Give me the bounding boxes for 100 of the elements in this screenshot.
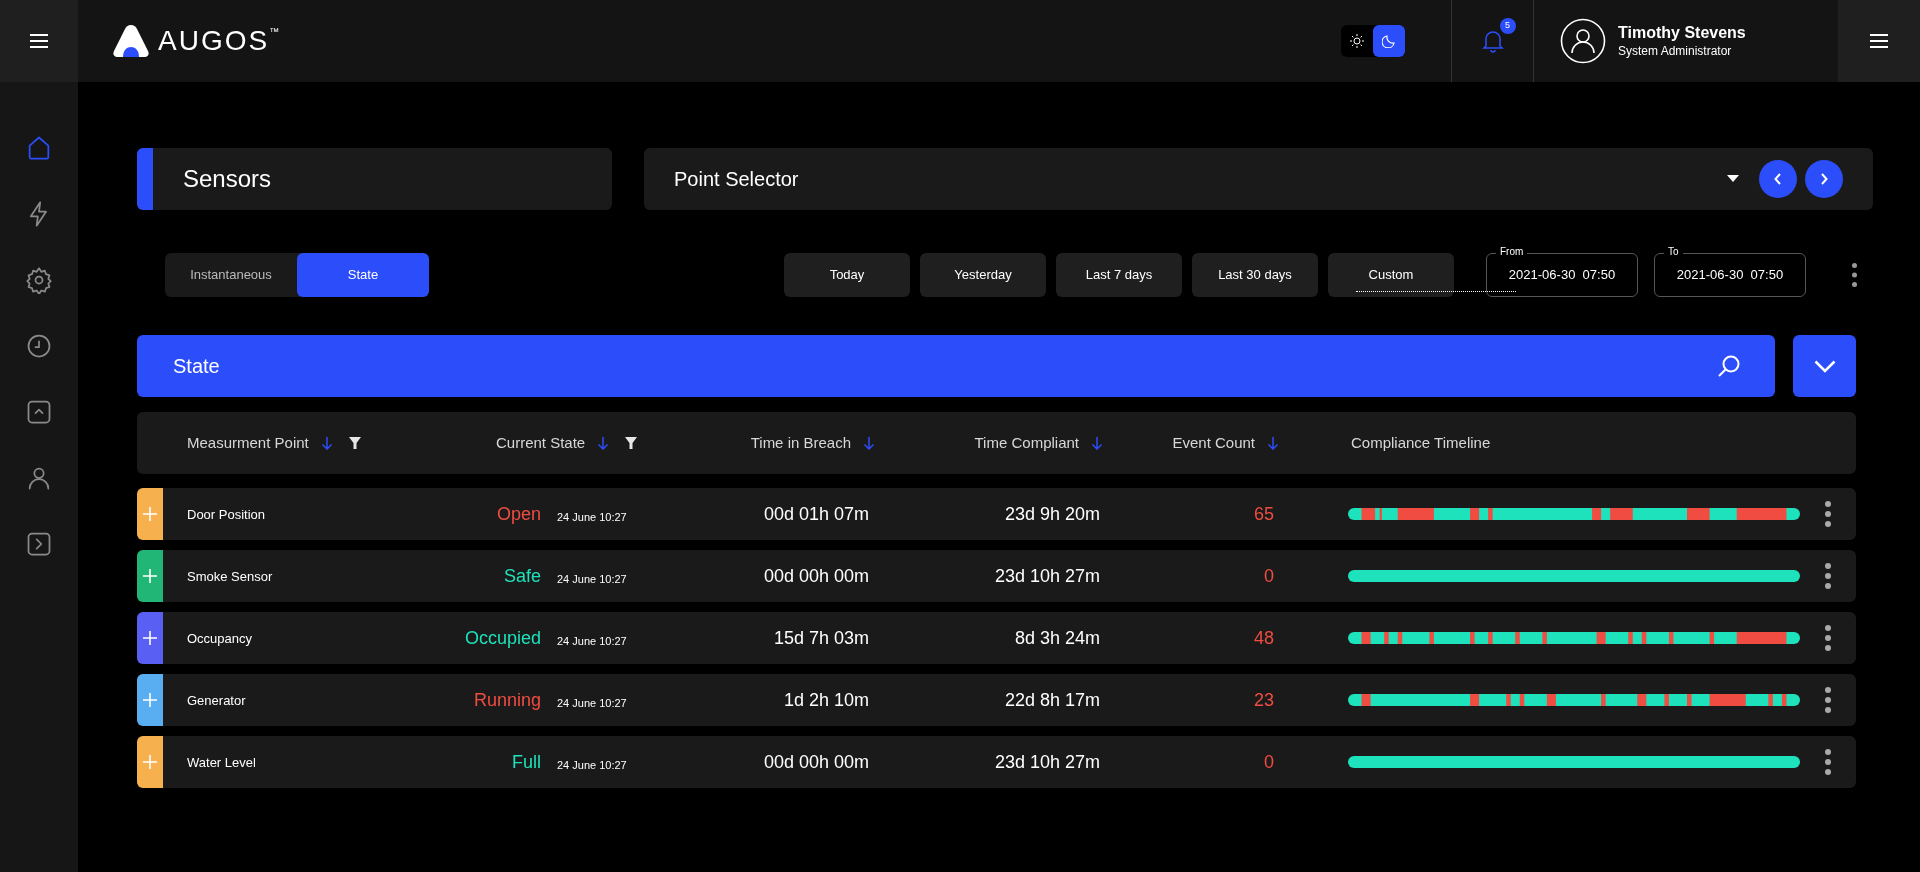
accent-stripe <box>137 148 153 210</box>
time-compliant: 23d 9h 20m <box>1004 503 1100 524</box>
row-options-button[interactable] <box>1822 623 1834 653</box>
date-range-button[interactable]: Last 7 days <box>1056 253 1182 297</box>
state-value: Running <box>473 688 541 712</box>
point-name: Water Level <box>187 755 256 770</box>
page-title: Sensors <box>183 164 272 194</box>
point-name: Door Position <box>187 507 266 522</box>
vertical-dots-icon <box>1825 501 1831 527</box>
vertical-dots-icon <box>1825 687 1831 713</box>
time-in-breach: 1d 2h 10m <box>783 689 869 710</box>
vertical-dots-icon <box>1825 563 1831 589</box>
expand-icon <box>25 530 53 558</box>
chevron-right-icon <box>1820 173 1828 185</box>
user-role: System Administrator <box>1618 43 1733 59</box>
sort-arrow-icon <box>597 436 610 450</box>
table-row[interactable]: Smoke Sensor Safe 24 June 10:27 00d 00h 00m 23d 10h 27m 0 <box>137 550 1856 602</box>
point-name: Occupancy <box>187 631 253 646</box>
plus-icon <box>143 755 157 769</box>
mode-tab[interactable]: State <box>297 253 429 297</box>
sort-arrow-icon <box>1267 436 1279 450</box>
state-timestamp: 24 June 10:27 <box>557 758 627 771</box>
vertical-dots-icon <box>1851 263 1857 287</box>
plus-icon <box>143 507 157 521</box>
time-in-breach: 00d 01h 07m <box>763 503 869 524</box>
column-header[interactable]: Time Compliant <box>974 431 1103 455</box>
row-options-button[interactable] <box>1822 685 1834 715</box>
table-row[interactable]: Occupancy Occupied 24 June 10:27 15d 7h 03m 8d 3h 24m 48 <box>137 612 1856 664</box>
plus-icon <box>143 631 157 645</box>
date-range-button[interactable]: Custom <box>1328 253 1454 297</box>
state-timestamp: 24 June 10:27 <box>557 634 627 647</box>
table-row[interactable]: Generator Running 24 June 10:27 1d 2h 10m 22d 8h 17m 23 <box>137 674 1856 726</box>
column-header[interactable]: Time in Breach <box>750 431 875 455</box>
bell-icon <box>1481 29 1504 53</box>
state-timestamp: 24 June 10:27 <box>557 696 627 709</box>
mode-tab[interactable]: Instantaneous <box>165 253 297 297</box>
time-in-breach: 00d 00h 00m <box>763 751 869 772</box>
vertical-dots-icon <box>1825 749 1831 775</box>
vertical-dots-icon <box>1825 625 1831 651</box>
plus-icon <box>143 693 157 707</box>
event-count: 65 <box>1253 503 1274 524</box>
date-range-button[interactable]: Today <box>784 253 910 297</box>
state-timestamp: 24 June 10:27 <box>557 510 627 523</box>
time-compliant: 23d 10h 27m <box>994 751 1100 772</box>
state-value: Open <box>496 502 541 526</box>
user-avatar-icon[interactable] <box>1560 18 1606 64</box>
logo-text: AUGOS$^{™}$ <box>158 24 282 58</box>
collapse-icon <box>25 398 53 426</box>
date-field-label: From <box>1496 246 1528 258</box>
state-value: Occupied <box>464 626 541 650</box>
date-range-button[interactable]: Last 30 days <box>1192 253 1318 297</box>
previous-button[interactable] <box>1759 160 1797 198</box>
time-compliant: 8d 3h 24m <box>1014 627 1100 648</box>
time-compliant: 22d 8h 17m <box>1004 689 1100 710</box>
sort-arrow-icon <box>863 436 875 450</box>
sun-icon <box>1350 34 1364 48</box>
event-count: 23 <box>1253 689 1274 710</box>
chevron-down-icon <box>1813 359 1836 373</box>
search-icon[interactable] <box>1717 354 1741 378</box>
time-in-breach: 00d 00h 00m <box>763 565 869 586</box>
event-count: 48 <box>1253 627 1274 648</box>
date-range-button[interactable]: Yesterday <box>920 253 1046 297</box>
column-header[interactable]: Event Count <box>1172 431 1279 455</box>
plus-icon <box>143 569 157 583</box>
menu-icon <box>29 33 49 49</box>
row-options-button[interactable] <box>1822 747 1834 777</box>
column-header: Compliance Timeline <box>1351 433 1491 451</box>
user-name: Timothy Stevens <box>1618 23 1746 43</box>
point-selector-label: Point Selector <box>674 167 800 192</box>
time-compliant: 23d 10h 27m <box>994 565 1100 586</box>
state-timestamp: 24 June 10:27 <box>557 572 627 585</box>
state-value: Full <box>512 750 541 774</box>
clock-icon <box>25 332 53 360</box>
settings-icon <box>25 266 53 294</box>
state-value: Safe <box>503 564 541 588</box>
date-field-label: To <box>1664 246 1683 258</box>
logo-icon <box>112 23 150 59</box>
row-options-button[interactable] <box>1822 499 1834 529</box>
filter-icon[interactable] <box>348 437 361 449</box>
section-title: State <box>173 354 221 379</box>
expand-row-button[interactable] <box>137 612 163 664</box>
table-row[interactable]: Door Position Open 24 June 10:27 00d 01h 07m 23d 9h 20m 65 <box>137 488 1856 540</box>
point-name: Smoke Sensor <box>187 569 273 584</box>
dropdown-caret-icon[interactable] <box>1727 175 1739 183</box>
next-button[interactable] <box>1805 160 1843 198</box>
event-count: 0 <box>1264 565 1274 586</box>
sort-arrow-icon <box>1091 436 1103 450</box>
dark-mode-button[interactable] <box>1373 25 1405 57</box>
column-header[interactable]: Current State <box>496 431 638 455</box>
event-count: 0 <box>1264 751 1274 772</box>
time-in-breach: 15d 7h 03m <box>773 627 869 648</box>
point-name: Generator <box>187 693 246 708</box>
menu-icon <box>1869 33 1889 49</box>
column-header[interactable]: Measurment Point <box>187 431 361 455</box>
row-options-button[interactable] <box>1822 561 1834 591</box>
table-row[interactable]: Water Level Full 24 June 10:27 00d 00h 00m 23d 10h 27m 0 <box>137 736 1856 788</box>
point-selector[interactable]: Point Selector <box>644 148 1873 210</box>
sort-arrow-icon <box>320 436 333 450</box>
theme-toggle[interactable] <box>1341 25 1405 57</box>
filter-icon[interactable] <box>625 437 638 449</box>
